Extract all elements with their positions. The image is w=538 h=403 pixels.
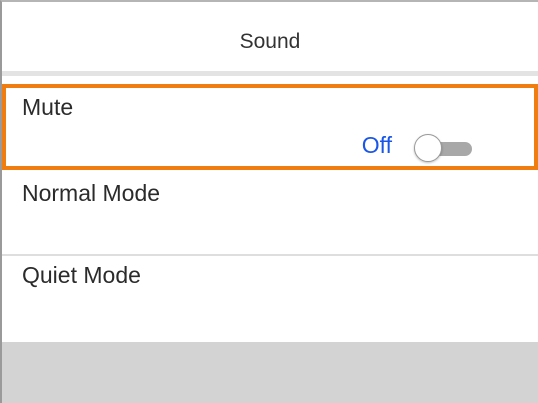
normal-mode-row[interactable]: Normal Mode xyxy=(2,170,538,256)
mute-label: Mute xyxy=(22,94,74,120)
quiet-mode-label: Quiet Mode xyxy=(22,262,141,288)
bottom-bar xyxy=(2,342,538,403)
mute-status-text: Off xyxy=(361,132,392,158)
quiet-mode-row[interactable]: Quiet Mode xyxy=(2,256,538,342)
mute-setting-row[interactable]: Mute Off xyxy=(2,84,538,170)
mute-toggle-switch[interactable] xyxy=(414,134,474,162)
header: Sound xyxy=(2,2,538,76)
page-title: Sound xyxy=(239,30,301,53)
normal-mode-label: Normal Mode xyxy=(22,180,161,206)
sound-settings-screen: Sound Mute Off Normal Mode Quiet Mode xyxy=(0,0,538,403)
toggle-knob xyxy=(414,134,442,162)
